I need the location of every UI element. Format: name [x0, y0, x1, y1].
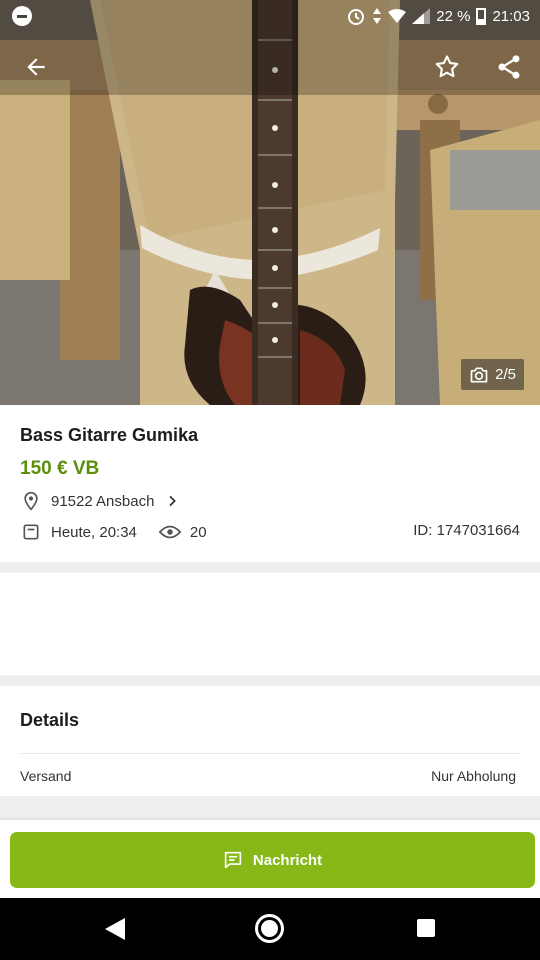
listing-price: 150 € VB	[20, 458, 100, 479]
message-button-label: Nachricht	[252, 851, 323, 869]
view-count: 20	[189, 523, 207, 541]
back-arrow-icon	[27, 58, 45, 76]
listing-id: ID: 1747031664	[413, 522, 520, 539]
back-button[interactable]	[19, 50, 53, 84]
detail-label-shipping: Versand	[20, 768, 72, 784]
wifi-icon	[388, 9, 407, 23]
camera-icon	[470, 367, 488, 382]
system-nav-bar	[0, 898, 540, 960]
details-heading: Details	[20, 710, 80, 730]
details-section: Details Versand Nur Abholung	[0, 686, 540, 796]
divider	[20, 753, 520, 754]
photo-counter-label: 2/5	[495, 366, 516, 383]
share-icon	[498, 55, 520, 79]
battery-icon	[476, 7, 487, 25]
listing-meta: Heute, 20:34 20	[20, 522, 207, 542]
nav-home-icon[interactable]	[255, 914, 284, 943]
nav-back-icon[interactable]	[104, 917, 126, 941]
empty-section	[0, 573, 540, 675]
favorite-button[interactable]	[430, 50, 464, 84]
data-arrows-icon	[373, 8, 382, 24]
bottom-action-bar: Nachricht	[0, 818, 540, 898]
location-link[interactable]: 91522 Ansbach	[20, 491, 180, 511]
star-icon	[435, 55, 459, 78]
signal-icon	[412, 8, 431, 24]
message-button[interactable]: Nachricht	[10, 832, 535, 888]
detail-value-shipping: Nur Abholung	[431, 768, 516, 784]
listing-date: Heute, 20:34	[51, 523, 137, 541]
chevron-right-icon	[169, 495, 177, 507]
listing-info-card: Bass Gitarre Gumika 150 € VB 91522 Ansba…	[0, 405, 540, 562]
battery-percent: 22 %	[436, 7, 471, 25]
clock: 21:03	[492, 7, 530, 25]
location-pin-icon	[24, 491, 38, 511]
calendar-icon	[23, 524, 39, 540]
status-icons: 22 % 21:03	[346, 6, 530, 26]
status-bar: 22 % 21:03	[0, 0, 540, 32]
alarm-icon	[348, 9, 365, 25]
do-not-disturb-icon	[12, 6, 32, 26]
listing-photo[interactable]: 22 % 21:03 2/5	[0, 0, 540, 405]
photo-counter[interactable]: 2/5	[461, 359, 524, 390]
share-button[interactable]	[492, 50, 526, 84]
listing-title: Bass Gitarre Gumika	[20, 425, 199, 445]
nav-recents-icon[interactable]	[417, 919, 435, 937]
eye-icon	[158, 525, 181, 539]
location-text: 91522 Ansbach	[51, 492, 155, 510]
message-icon	[224, 851, 242, 869]
